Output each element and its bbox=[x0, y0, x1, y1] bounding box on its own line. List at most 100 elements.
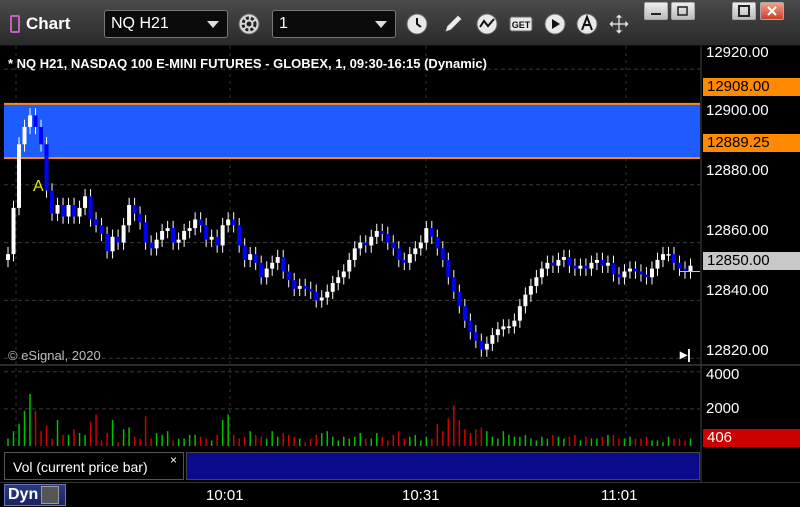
candle-body bbox=[22, 126, 27, 145]
volume-last-tag: 406 bbox=[703, 429, 800, 447]
volume-pane-label[interactable]: Vol (current price bar) bbox=[4, 452, 184, 480]
candle-body bbox=[83, 196, 88, 208]
candle-body bbox=[479, 340, 484, 350]
candle-body bbox=[440, 248, 445, 260]
price-tick: 12900.00 bbox=[706, 102, 769, 119]
candle-body bbox=[622, 271, 627, 278]
candle-body bbox=[407, 254, 412, 263]
maximize-button[interactable] bbox=[732, 2, 756, 20]
scroll-to-end-icon[interactable]: ▸| bbox=[680, 346, 691, 363]
candle-body bbox=[589, 262, 594, 269]
candle-body bbox=[132, 205, 137, 214]
chart-area[interactable]: * NQ H21, NASDAQ 100 E-MINI FUTURES - GL… bbox=[0, 44, 800, 482]
candle-body bbox=[116, 236, 121, 243]
candle-body bbox=[594, 259, 599, 263]
candle-body bbox=[358, 242, 363, 249]
candle-body bbox=[550, 262, 555, 266]
candle-body bbox=[17, 144, 22, 208]
candle-body bbox=[660, 254, 665, 260]
candle-body bbox=[605, 262, 610, 266]
annotation-marker[interactable]: A bbox=[33, 178, 44, 196]
volume-tick: 2000 bbox=[706, 400, 740, 417]
candle-body bbox=[369, 236, 374, 246]
candle-body bbox=[457, 291, 462, 307]
candle-body bbox=[50, 190, 55, 214]
time-tick: 11:01 bbox=[601, 487, 638, 504]
volume-label: Vol (current price bar) bbox=[13, 459, 148, 475]
symbol-combo[interactable]: NQ H21 bbox=[104, 10, 228, 38]
candle-body bbox=[385, 233, 390, 243]
time-button[interactable] bbox=[402, 10, 432, 38]
candle-body bbox=[66, 205, 71, 217]
candle-body bbox=[242, 245, 247, 260]
candle-body bbox=[215, 236, 220, 246]
candle-body bbox=[413, 248, 418, 255]
candle-body bbox=[396, 248, 401, 260]
draw-button[interactable] bbox=[438, 10, 468, 38]
candle-body bbox=[517, 306, 522, 321]
candle-body bbox=[105, 233, 110, 252]
candle-body bbox=[171, 228, 176, 243]
candle-body bbox=[341, 271, 346, 278]
candle-body bbox=[149, 242, 154, 249]
close-button[interactable] bbox=[760, 2, 784, 20]
candle-body bbox=[649, 268, 654, 278]
time-axis: Dyn 10:01 10:31 11:01 bbox=[0, 482, 800, 507]
minimize-icon bbox=[651, 13, 661, 15]
candle-body bbox=[506, 326, 511, 328]
price-chart[interactable] bbox=[0, 46, 800, 482]
candle-body bbox=[319, 297, 324, 301]
maximize-icon bbox=[738, 5, 750, 17]
cursor-icon bbox=[608, 13, 630, 35]
candle-body bbox=[55, 205, 60, 214]
alert-button[interactable] bbox=[572, 10, 602, 38]
candle-body bbox=[495, 329, 500, 336]
studies-button[interactable] bbox=[472, 10, 502, 38]
candle-body bbox=[198, 219, 203, 226]
candle-body bbox=[583, 265, 588, 269]
candle-body bbox=[28, 115, 33, 127]
candle-body bbox=[424, 228, 429, 243]
dynamic-mode-button[interactable]: Dyn bbox=[4, 484, 66, 506]
candle-body bbox=[572, 265, 577, 269]
candle-body bbox=[72, 205, 77, 217]
candle-body bbox=[627, 268, 632, 272]
candle-body bbox=[402, 259, 407, 263]
price-tick: 12860.00 bbox=[706, 222, 769, 239]
restore-icon bbox=[677, 6, 688, 16]
candle-body bbox=[127, 205, 132, 226]
candle-body bbox=[297, 285, 302, 289]
study-icon bbox=[476, 13, 498, 35]
candle-body bbox=[468, 320, 473, 333]
candle-body bbox=[611, 262, 616, 275]
candle-body bbox=[336, 277, 341, 284]
minimize-button[interactable] bbox=[644, 2, 668, 20]
svg-text:GET: GET bbox=[512, 20, 531, 30]
candle-body bbox=[462, 306, 467, 321]
candle-body bbox=[237, 225, 242, 246]
candle-body bbox=[534, 277, 539, 286]
candle-body bbox=[616, 274, 621, 278]
candle-body bbox=[138, 213, 143, 223]
candle-body bbox=[512, 320, 517, 327]
candle-body bbox=[99, 225, 104, 234]
candle-body bbox=[259, 262, 264, 278]
replay-button[interactable] bbox=[540, 10, 570, 38]
cursor-button[interactable] bbox=[604, 10, 634, 38]
get-button[interactable]: GET bbox=[506, 10, 536, 38]
interval-combo[interactable]: 1 bbox=[272, 10, 396, 38]
candle-body bbox=[363, 242, 368, 246]
candle-body bbox=[451, 277, 456, 292]
candle-body bbox=[303, 285, 308, 289]
candle-body bbox=[248, 254, 253, 260]
get-icon: GET bbox=[509, 16, 533, 32]
close-icon[interactable]: × bbox=[170, 453, 177, 467]
play-icon bbox=[544, 13, 566, 35]
candle-body bbox=[347, 259, 352, 272]
candle-body bbox=[33, 115, 38, 127]
restore-button[interactable] bbox=[671, 2, 695, 20]
candle-body bbox=[671, 254, 676, 263]
candle-body bbox=[61, 205, 66, 217]
settings-button[interactable] bbox=[234, 10, 264, 38]
candle-body bbox=[528, 285, 533, 295]
